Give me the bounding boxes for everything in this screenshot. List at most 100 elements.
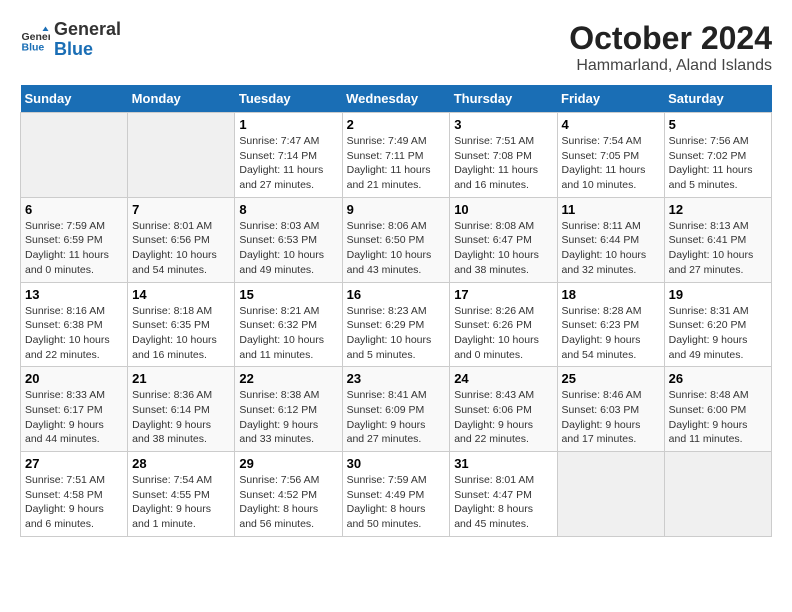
- day-of-week-header: Friday: [557, 85, 664, 113]
- calendar-cell: [21, 113, 128, 198]
- day-number: 13: [25, 287, 123, 302]
- day-number: 26: [669, 371, 767, 386]
- calendar-cell: 31Sunrise: 8:01 AM Sunset: 4:47 PM Dayli…: [450, 452, 557, 537]
- calendar-cell: 6 Sunrise: 7:59 AM Sunset: 6:59 PM Daylig…: [21, 197, 128, 282]
- day-of-week-header: Wednesday: [342, 85, 450, 113]
- calendar-cell: 18 Sunrise: 8:28 AM Sunset: 6:23 PM Dayli…: [557, 282, 664, 367]
- calendar-cell: 28 Sunrise: 7:54 AM Sunset: 4:55 PM Dayli…: [128, 452, 235, 537]
- day-detail: Sunrise: 8:18 AM Sunset: 6:35 PM Dayligh…: [132, 304, 230, 363]
- day-detail: Sunrise: 8:16 AM Sunset: 6:38 PM Dayligh…: [25, 304, 123, 363]
- calendar-cell: 5 Sunrise: 7:56 AM Sunset: 7:02 PM Daylig…: [664, 113, 771, 198]
- day-detail: Sunrise: 8:01 AM Sunset: 4:47 PM Dayligh…: [454, 473, 552, 532]
- day-detail: Sunrise: 7:59 AM Sunset: 6:59 PM Dayligh…: [25, 219, 123, 278]
- day-number: 14: [132, 287, 230, 302]
- calendar-cell: 23 Sunrise: 8:41 AM Sunset: 6:09 PM Dayli…: [342, 367, 450, 452]
- day-number: 7: [132, 202, 230, 217]
- day-detail: Sunrise: 7:54 AM Sunset: 4:55 PM Dayligh…: [132, 473, 230, 532]
- day-detail: Sunrise: 7:51 AM Sunset: 4:58 PM Dayligh…: [25, 473, 123, 532]
- day-of-week-header: Tuesday: [235, 85, 342, 113]
- calendar-cell: 15 Sunrise: 8:21 AM Sunset: 6:32 PM Dayli…: [235, 282, 342, 367]
- calendar-cell: 9Sunrise: 8:06 AM Sunset: 6:50 PM Daylig…: [342, 197, 450, 282]
- logo: General Blue General Blue: [20, 20, 121, 60]
- day-number: 27: [25, 456, 123, 471]
- day-detail: Sunrise: 7:49 AM Sunset: 7:11 PM Dayligh…: [347, 134, 446, 193]
- calendar-header-row: SundayMondayTuesdayWednesdayThursdayFrid…: [21, 85, 772, 113]
- day-number: 22: [239, 371, 337, 386]
- logo-text: General Blue: [54, 20, 121, 60]
- day-number: 10: [454, 202, 552, 217]
- calendar-cell: 3 Sunrise: 7:51 AM Sunset: 7:08 PM Daylig…: [450, 113, 557, 198]
- day-detail: Sunrise: 8:26 AM Sunset: 6:26 PM Dayligh…: [454, 304, 552, 363]
- day-detail: Sunrise: 7:47 AM Sunset: 7:14 PM Dayligh…: [239, 134, 337, 193]
- calendar-cell: [557, 452, 664, 537]
- day-number: 3: [454, 117, 552, 132]
- calendar-cell: 16 Sunrise: 8:23 AM Sunset: 6:29 PM Dayli…: [342, 282, 450, 367]
- calendar-week-row: 13 Sunrise: 8:16 AM Sunset: 6:38 PM Dayli…: [21, 282, 772, 367]
- day-number: 30: [347, 456, 446, 471]
- day-detail: Sunrise: 8:36 AM Sunset: 6:14 PM Dayligh…: [132, 388, 230, 447]
- day-number: 21: [132, 371, 230, 386]
- day-detail: Sunrise: 8:48 AM Sunset: 6:00 PM Dayligh…: [669, 388, 767, 447]
- day-number: 18: [562, 287, 660, 302]
- day-detail: Sunrise: 8:21 AM Sunset: 6:32 PM Dayligh…: [239, 304, 337, 363]
- calendar-cell: 8Sunrise: 8:03 AM Sunset: 6:53 PM Daylig…: [235, 197, 342, 282]
- calendar-cell: 17Sunrise: 8:26 AM Sunset: 6:26 PM Dayli…: [450, 282, 557, 367]
- day-number: 23: [347, 371, 446, 386]
- day-detail: Sunrise: 7:59 AM Sunset: 4:49 PM Dayligh…: [347, 473, 446, 532]
- day-detail: Sunrise: 8:08 AM Sunset: 6:47 PM Dayligh…: [454, 219, 552, 278]
- calendar-week-row: 20 Sunrise: 8:33 AM Sunset: 6:17 PM Dayli…: [21, 367, 772, 452]
- day-detail: Sunrise: 8:11 AM Sunset: 6:44 PM Dayligh…: [562, 219, 660, 278]
- calendar-table: SundayMondayTuesdayWednesdayThursdayFrid…: [20, 85, 772, 537]
- day-number: 20: [25, 371, 123, 386]
- calendar-cell: [664, 452, 771, 537]
- day-number: 1: [239, 117, 337, 132]
- day-detail: Sunrise: 7:56 AM Sunset: 7:02 PM Dayligh…: [669, 134, 767, 193]
- calendar-cell: 21 Sunrise: 8:36 AM Sunset: 6:14 PM Dayli…: [128, 367, 235, 452]
- calendar-cell: 11 Sunrise: 8:11 AM Sunset: 6:44 PM Dayli…: [557, 197, 664, 282]
- day-detail: Sunrise: 8:33 AM Sunset: 6:17 PM Dayligh…: [25, 388, 123, 447]
- day-of-week-header: Sunday: [21, 85, 128, 113]
- calendar-week-row: 6 Sunrise: 7:59 AM Sunset: 6:59 PM Daylig…: [21, 197, 772, 282]
- day-detail: Sunrise: 8:31 AM Sunset: 6:20 PM Dayligh…: [669, 304, 767, 363]
- day-number: 25: [562, 371, 660, 386]
- calendar-cell: 7Sunrise: 8:01 AM Sunset: 6:56 PM Daylig…: [128, 197, 235, 282]
- day-number: 19: [669, 287, 767, 302]
- day-detail: Sunrise: 8:23 AM Sunset: 6:29 PM Dayligh…: [347, 304, 446, 363]
- day-number: 16: [347, 287, 446, 302]
- day-detail: Sunrise: 8:46 AM Sunset: 6:03 PM Dayligh…: [562, 388, 660, 447]
- day-number: 15: [239, 287, 337, 302]
- day-of-week-header: Saturday: [664, 85, 771, 113]
- day-number: 5: [669, 117, 767, 132]
- day-number: 4: [562, 117, 660, 132]
- calendar-cell: 12Sunrise: 8:13 AM Sunset: 6:41 PM Dayli…: [664, 197, 771, 282]
- day-detail: Sunrise: 7:56 AM Sunset: 4:52 PM Dayligh…: [239, 473, 337, 532]
- calendar-cell: 4Sunrise: 7:54 AM Sunset: 7:05 PM Daylig…: [557, 113, 664, 198]
- calendar-cell: 14 Sunrise: 8:18 AM Sunset: 6:35 PM Dayli…: [128, 282, 235, 367]
- day-number: 6: [25, 202, 123, 217]
- day-number: 9: [347, 202, 446, 217]
- calendar-cell: 2 Sunrise: 7:49 AM Sunset: 7:11 PM Daylig…: [342, 113, 450, 198]
- day-detail: Sunrise: 8:28 AM Sunset: 6:23 PM Dayligh…: [562, 304, 660, 363]
- day-number: 28: [132, 456, 230, 471]
- day-detail: Sunrise: 7:51 AM Sunset: 7:08 PM Dayligh…: [454, 134, 552, 193]
- calendar-cell: 22Sunrise: 8:38 AM Sunset: 6:12 PM Dayli…: [235, 367, 342, 452]
- calendar-cell: 25 Sunrise: 8:46 AM Sunset: 6:03 PM Dayli…: [557, 367, 664, 452]
- calendar-cell: 24Sunrise: 8:43 AM Sunset: 6:06 PM Dayli…: [450, 367, 557, 452]
- calendar-week-row: 1 Sunrise: 7:47 AM Sunset: 7:14 PM Daylig…: [21, 113, 772, 198]
- location-title: Hammarland, Aland Islands: [569, 57, 772, 75]
- title-area: October 2024 Hammarland, Aland Islands: [569, 20, 772, 75]
- calendar-cell: 10 Sunrise: 8:08 AM Sunset: 6:47 PM Dayli…: [450, 197, 557, 282]
- logo-icon: General Blue: [20, 25, 50, 55]
- day-number: 2: [347, 117, 446, 132]
- day-of-week-header: Thursday: [450, 85, 557, 113]
- day-number: 29: [239, 456, 337, 471]
- calendar-cell: 27 Sunrise: 7:51 AM Sunset: 4:58 PM Dayli…: [21, 452, 128, 537]
- calendar-week-row: 27 Sunrise: 7:51 AM Sunset: 4:58 PM Dayli…: [21, 452, 772, 537]
- day-detail: Sunrise: 8:13 AM Sunset: 6:41 PM Dayligh…: [669, 219, 767, 278]
- calendar-cell: 30 Sunrise: 7:59 AM Sunset: 4:49 PM Dayli…: [342, 452, 450, 537]
- calendar-cell: 1 Sunrise: 7:47 AM Sunset: 7:14 PM Daylig…: [235, 113, 342, 198]
- day-detail: Sunrise: 8:41 AM Sunset: 6:09 PM Dayligh…: [347, 388, 446, 447]
- svg-text:Blue: Blue: [22, 41, 45, 53]
- calendar-cell: 13 Sunrise: 8:16 AM Sunset: 6:38 PM Dayli…: [21, 282, 128, 367]
- day-number: 11: [562, 202, 660, 217]
